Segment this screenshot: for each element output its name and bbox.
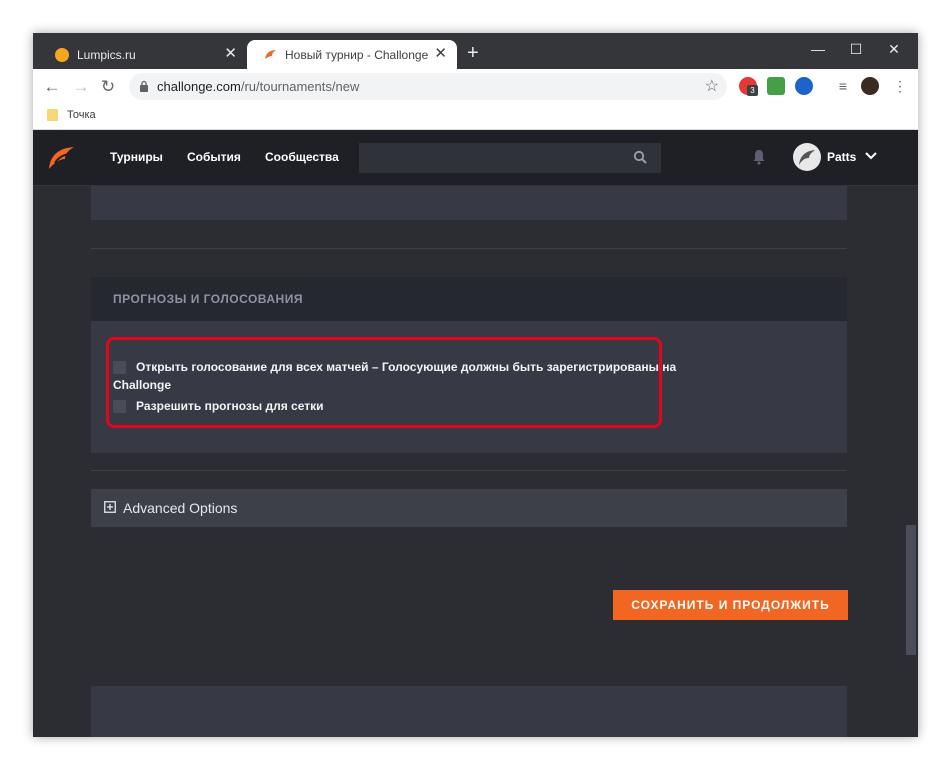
close-tab-icon[interactable]: ✕ [434, 46, 447, 62]
extension-badge: 3 [747, 85, 758, 96]
browser-toolbar: ← → ↻ challonge.com/ru/tournaments/new ☆… [33, 69, 918, 104]
back-arrow-icon[interactable]: ← [40, 75, 64, 99]
advanced-options-toggle[interactable]: Advanced Options [91, 489, 847, 527]
save-continue-button[interactable]: СОХРАНИТЬ И ПРОДОЛЖИТЬ [613, 590, 848, 620]
tab-lumpics[interactable]: Lumpics.ru ✕ [39, 40, 247, 69]
advanced-options-label: Advanced Options [123, 500, 238, 516]
bookmark-label: Точка [67, 109, 96, 121]
bookmark-folder-icon [47, 109, 58, 121]
voting-option-label-cont[interactable]: Challonge [113, 376, 171, 394]
maximize-button[interactable]: ☐ [844, 39, 868, 59]
nav-events[interactable]: События [187, 150, 241, 164]
section-divider [91, 470, 847, 471]
bookmark-star-icon[interactable]: ☆ [705, 76, 719, 96]
predictions-section-header: ПРОГНОЗЫ И ГОЛОСОВАНИЯ [91, 277, 847, 321]
predictions-checkbox[interactable] [113, 400, 126, 413]
site-header: Турниры События Сообщества Patts [33, 130, 918, 186]
challonge-favicon-icon [265, 49, 276, 59]
avatar-logo-icon [799, 150, 815, 165]
challonge-logo-icon[interactable] [46, 143, 76, 173]
scrollbar-thumb[interactable] [906, 525, 916, 655]
extension-red-icon[interactable]: 3 [739, 77, 758, 96]
address-bar[interactable]: challonge.com/ru/tournaments/new ☆ [129, 73, 727, 100]
minimize-button[interactable]: — [806, 39, 830, 59]
reading-list-icon[interactable]: ≡ [834, 77, 852, 95]
close-tab-icon[interactable]: ✕ [224, 46, 237, 62]
bookmarks-bar: Точка [33, 104, 918, 130]
nav-communities[interactable]: Сообщества [265, 150, 339, 164]
predictions-option-label[interactable]: Разрешить прогнозы для сетки [136, 397, 324, 415]
bookmark-tochka[interactable]: Точка [47, 109, 96, 121]
browser-window: Lumpics.ru ✕ Новый турнир - Challonge ✕ … [33, 33, 918, 737]
tab-title: Lumpics.ru [77, 47, 136, 62]
url-path: /ru/tournaments/new [240, 79, 360, 94]
tab-title: Новый турнир - Challonge [285, 47, 429, 62]
previous-section-panel [91, 186, 847, 220]
tab-strip: Lumpics.ru ✕ Новый турнир - Challonge ✕ … [33, 33, 918, 69]
reload-icon[interactable]: ↻ [96, 75, 120, 99]
user-avatar[interactable] [793, 143, 821, 171]
page-content: ПРОГНОЗЫ И ГОЛОСОВАНИЯ Открыть голосован… [33, 186, 905, 737]
voting-checkbox[interactable] [113, 361, 126, 374]
chevron-down-icon[interactable] [865, 151, 877, 161]
tab-challonge[interactable]: Новый турнир - Challonge ✕ [247, 40, 457, 69]
notification-bell-icon[interactable] [751, 148, 767, 166]
search-icon[interactable] [633, 150, 647, 164]
section-divider [91, 248, 847, 249]
new-tab-button[interactable]: + [467, 43, 479, 63]
menu-dots-icon[interactable]: ⋮ [891, 77, 909, 95]
plus-square-icon [104, 501, 116, 513]
extension-music-icon[interactable] [767, 77, 785, 95]
username-label[interactable]: Patts [827, 150, 856, 164]
next-section-panel [91, 686, 847, 737]
nav-tournaments[interactable]: Турниры [110, 150, 163, 164]
close-window-button[interactable]: ✕ [882, 39, 906, 59]
profile-avatar[interactable] [861, 77, 879, 95]
site-search-input[interactable] [359, 143, 661, 173]
lock-icon [140, 80, 148, 92]
lumpics-favicon-icon [55, 47, 69, 62]
extension-globe-icon[interactable] [795, 77, 813, 95]
forward-arrow-icon[interactable]: → [69, 75, 93, 99]
url-domain: challonge.com [157, 79, 241, 94]
section-title: ПРОГНОЗЫ И ГОЛОСОВАНИЯ [113, 292, 303, 306]
voting-option-label[interactable]: Открыть голосование для всех матчей – Го… [136, 358, 676, 376]
